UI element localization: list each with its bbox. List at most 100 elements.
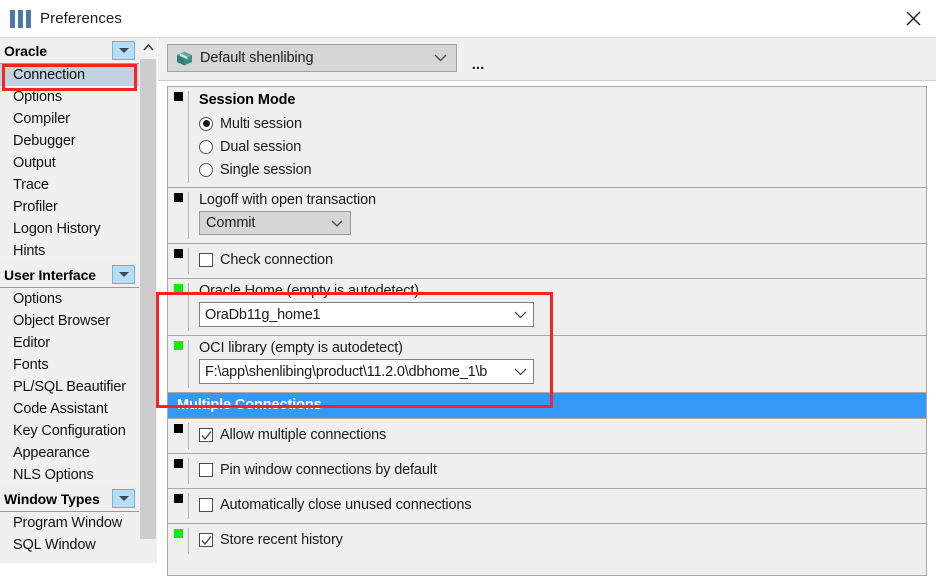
sidebar-item-profiler[interactable]: Profiler	[0, 196, 139, 218]
sidebar-item-program-window[interactable]: Program Window	[0, 512, 139, 534]
checkbox-pin-window-connections[interactable]: Pin window connections by default	[199, 459, 926, 481]
default-value-marker	[173, 249, 183, 258]
page-title: Preferences	[40, 10, 122, 27]
window-title-bar: Preferences	[0, 0, 936, 37]
sidebar-item-compiler[interactable]: Compiler	[0, 108, 139, 130]
marker-cell	[168, 279, 188, 335]
marker-cell	[168, 188, 188, 243]
checkbox-store-recent-history[interactable]: Store recent history	[199, 529, 926, 551]
checkbox-auto-close-unused-connections[interactable]: Automatically close unused connections	[199, 494, 926, 516]
marker-cell	[168, 489, 188, 523]
sidebar-item-fonts[interactable]: Fonts	[0, 354, 139, 376]
sidebar-item-nls-options[interactable]: NLS Options	[0, 464, 139, 486]
checkbox-icon-checked	[199, 533, 213, 547]
sidebar-group-label: Oracle	[4, 42, 47, 59]
sidebar-item-ui-options[interactable]: Options	[0, 288, 139, 310]
default-value-marker	[173, 494, 183, 503]
radio-icon	[199, 162, 213, 177]
sidebar-item-editor[interactable]: Editor	[0, 332, 139, 354]
close-icon[interactable]	[890, 0, 936, 37]
radio-single-session[interactable]: Single session	[199, 158, 926, 181]
checkbox-label: Store recent history	[220, 532, 343, 548]
sidebar-group-user-interface[interactable]: User Interface	[0, 262, 139, 288]
oracle-home-value: OraDb11g_home1	[205, 306, 321, 323]
chevron-down-icon[interactable]	[112, 41, 135, 60]
sidebar-scrollbar[interactable]	[139, 37, 157, 563]
radio-multi-session[interactable]: Multi session	[199, 112, 926, 135]
sidebar-item-plsql-beautifier[interactable]: PL/SQL Beautifier	[0, 376, 139, 398]
setting-row-pin-window-connections: Pin window connections by default	[168, 454, 926, 489]
sidebar-item-logon-history[interactable]: Logon History	[0, 218, 139, 240]
marker-cell	[168, 454, 188, 488]
marker-cell	[168, 336, 188, 392]
sidebar-item-code-assistant[interactable]: Code Assistant	[0, 398, 139, 420]
chevron-up-icon[interactable]	[139, 38, 157, 56]
marker-cell	[168, 524, 188, 558]
oracle-home-select[interactable]: OraDb11g_home1	[199, 302, 534, 327]
sidebar-item-debugger[interactable]: Debugger	[0, 130, 139, 152]
modified-value-marker	[173, 341, 183, 350]
sidebar-item-output[interactable]: Output	[0, 152, 139, 174]
sidebar-item-trace[interactable]: Trace	[0, 174, 139, 196]
sidebar-item-connection[interactable]: Connection	[0, 64, 139, 86]
checkbox-check-connection[interactable]: Check connection	[199, 249, 926, 271]
sidebar-item-label: Code Assistant	[13, 401, 108, 417]
checkbox-allow-multiple-connections[interactable]: Allow multiple connections	[199, 424, 926, 446]
sidebar-group-label: Window Types	[4, 490, 100, 507]
checkbox-icon-unchecked	[199, 463, 213, 477]
sidebar-item-label: Options	[13, 291, 62, 307]
default-value-marker	[173, 424, 183, 433]
chevron-down-icon[interactable]	[112, 265, 135, 284]
radio-dual-session[interactable]: Dual session	[199, 135, 926, 158]
logoff-select[interactable]: Commit	[199, 211, 351, 235]
sidebar-item-sql-window[interactable]: SQL Window	[0, 534, 139, 556]
scrollbar-thumb[interactable]	[140, 59, 156, 539]
chevron-down-icon	[434, 54, 447, 62]
sidebar-item-label: Hints	[13, 243, 46, 259]
setting-row-store-recent-history: Store recent history	[168, 524, 926, 558]
sidebar-item-label: PL/SQL Beautifier	[13, 379, 126, 395]
marker-cell	[168, 419, 188, 453]
setting-row-oci-library: OCI library (empty is autodetect) F:\app…	[168, 336, 926, 393]
sidebar-item-object-browser[interactable]: Object Browser	[0, 310, 139, 332]
more-options-button[interactable]: ...	[467, 46, 489, 72]
sidebar-item-hints[interactable]: Hints	[0, 240, 139, 262]
sidebar-group-oracle[interactable]: Oracle	[0, 38, 139, 64]
package-icon	[177, 51, 192, 65]
checkbox-label: Check connection	[220, 252, 333, 268]
profile-select[interactable]: Default shenlibing	[167, 44, 457, 72]
default-value-marker	[173, 193, 183, 202]
chevron-down-icon	[514, 311, 527, 318]
chevron-down-icon[interactable]	[112, 489, 135, 508]
default-value-marker	[173, 92, 183, 101]
checkbox-icon-unchecked	[199, 253, 213, 267]
field-label: OCI library (empty is autodetect)	[199, 340, 403, 356]
radio-label: Single session	[220, 161, 312, 178]
sidebar-group-window-types[interactable]: Window Types	[0, 486, 139, 512]
logoff-value: Commit	[206, 215, 256, 231]
chevron-down-icon	[331, 220, 343, 227]
sidebar-item-label: SQL Window	[13, 537, 96, 553]
sidebar-item-key-configuration[interactable]: Key Configuration	[0, 420, 139, 442]
sidebar-item-label: Compiler	[13, 111, 70, 127]
chevron-down-icon	[514, 368, 527, 375]
sidebar-item-label: Object Browser	[13, 313, 111, 329]
radio-icon-selected	[199, 116, 213, 131]
sidebar-item-label: Logon History	[13, 221, 101, 237]
preferences-category-sidebar[interactable]: Oracle Connection Options Compiler Debug…	[0, 37, 139, 563]
setting-row-allow-multiple-connections: Allow multiple connections	[168, 419, 926, 454]
sidebar-item-appearance[interactable]: Appearance	[0, 442, 139, 464]
default-value-marker	[173, 459, 183, 468]
sidebar-item-options[interactable]: Options	[0, 86, 139, 108]
oci-library-select[interactable]: F:\app\shenlibing\product\11.2.0\dbhome_…	[199, 359, 534, 384]
sidebar-item-label: Fonts	[13, 357, 49, 373]
sidebar-item-label: NLS Options	[13, 467, 94, 483]
sliders-icon	[10, 9, 32, 29]
sidebar-item-label: Key Configuration	[13, 423, 126, 439]
sidebar-item-label: Appearance	[13, 445, 90, 461]
section-header-label: Multiple Connections	[177, 397, 322, 413]
oci-library-value: F:\app\shenlibing\product\11.2.0\dbhome_…	[205, 363, 488, 380]
profile-value: Default shenlibing	[200, 50, 314, 66]
setting-row-auto-close-unused-connections: Automatically close unused connections	[168, 489, 926, 524]
sidebar-item-label: Options	[13, 89, 62, 105]
